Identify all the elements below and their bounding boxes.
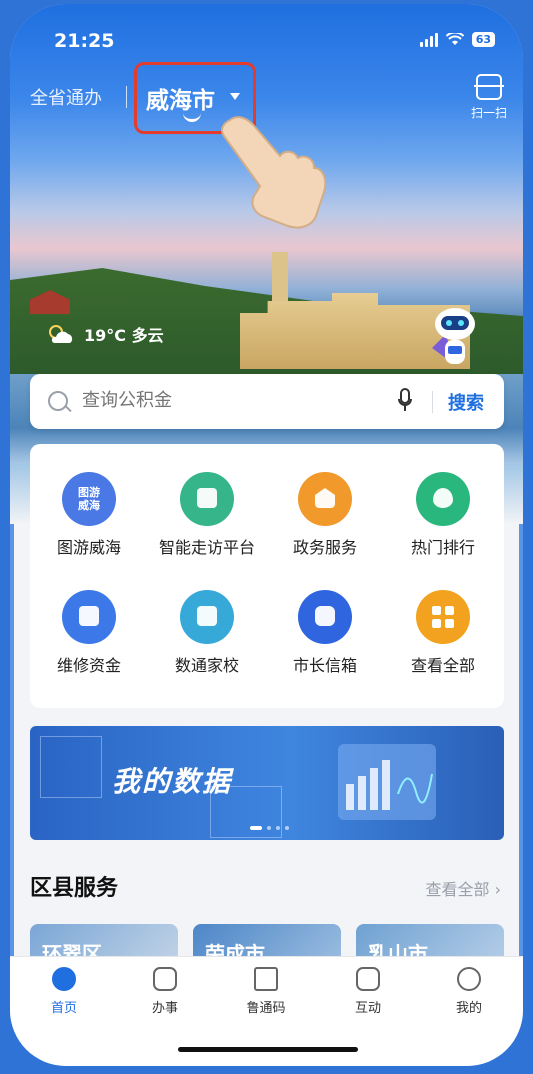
- service-hot-ranking[interactable]: 热门排行: [384, 444, 502, 557]
- government-glyph: [315, 488, 335, 508]
- tab-profile[interactable]: 我的: [429, 967, 509, 1016]
- caret-down-icon: [230, 93, 240, 100]
- district-section-title: 区县服务: [30, 876, 119, 901]
- bar-chart-graphic: [346, 760, 433, 810]
- service-home-school[interactable]: 数通家校: [148, 562, 266, 675]
- header-divider: [126, 86, 127, 108]
- tab-home[interactable]: 首页: [24, 967, 104, 1016]
- service-label: 维修资金: [56, 656, 121, 675]
- search-divider: [432, 391, 433, 413]
- search-button[interactable]: 搜索: [448, 389, 484, 415]
- home-school-icon: [180, 590, 234, 644]
- status-icons: 63: [419, 32, 495, 47]
- qr-code-icon: [254, 967, 278, 991]
- scan-icon: [473, 74, 504, 100]
- service-grid: 图游 威海 图游威海 智能走访平台 政务服务 热门排行 维修资金 数通家校 市长…: [30, 444, 504, 708]
- home-indicator[interactable]: [178, 1047, 358, 1052]
- decor-cube: [40, 736, 102, 798]
- service-all-apps[interactable]: 查看全部: [384, 562, 502, 675]
- grid-glyph: [432, 606, 454, 628]
- hot-ranking-glyph: [433, 488, 453, 508]
- home-school-glyph: [197, 606, 217, 626]
- service-map-tour[interactable]: 图游 威海 图游威海: [30, 444, 148, 557]
- province-service-link[interactable]: 全省通办: [30, 84, 102, 110]
- map-tour-icon-text: 图游 威海: [78, 486, 100, 512]
- district-view-all-link[interactable]: 查看全部 ›: [426, 876, 502, 900]
- government-icon: [298, 472, 352, 526]
- service-government[interactable]: 政务服务: [266, 444, 384, 557]
- scan-button[interactable]: 扫一扫: [471, 74, 507, 121]
- my-data-banner[interactable]: 我的数据: [30, 726, 504, 840]
- weather-text: 19°C 多云: [84, 326, 164, 345]
- service-mayor-mailbox[interactable]: 市长信箱: [266, 562, 384, 675]
- search-input[interactable]: [82, 390, 382, 411]
- tab-tasks[interactable]: 办事: [125, 967, 205, 1016]
- home-icon: [52, 967, 76, 991]
- tab-qr-code[interactable]: 鲁通码: [226, 967, 306, 1016]
- data-chart-illustration: [338, 744, 436, 820]
- service-label: 智能走访平台: [158, 538, 255, 557]
- weather-widget: 19°C 多云: [46, 322, 164, 346]
- city-name: 威海市: [146, 88, 215, 114]
- mayor-mailbox-icon: [298, 590, 352, 644]
- banner-title: 我的数据: [112, 765, 233, 798]
- service-label: 图游威海: [56, 538, 121, 557]
- service-label: 查看全部: [410, 656, 475, 675]
- mailbox-glyph: [315, 606, 335, 626]
- battery-icon: 63: [471, 32, 495, 47]
- status-time: 21:25: [54, 30, 115, 52]
- service-label: 市长信箱: [292, 656, 357, 675]
- scan-label: 扫一扫: [470, 106, 507, 120]
- service-repair-fund[interactable]: 维修资金: [30, 562, 148, 675]
- search-icon: [48, 391, 68, 411]
- service-label: 数通家校: [174, 656, 239, 675]
- wifi-icon: [445, 33, 464, 45]
- tab-label: 互动: [354, 1001, 381, 1016]
- search-bar[interactable]: 搜索: [30, 374, 504, 429]
- tab-label: 鲁通码: [246, 1001, 286, 1016]
- tab-label: 我的: [455, 1001, 482, 1016]
- service-label: 政务服务: [292, 538, 357, 557]
- visit-platform-icon: [180, 472, 234, 526]
- phone-screen: 21:25 63 全省通办 威海市 扫一扫 19°C 多云 搜索: [10, 4, 523, 1066]
- all-apps-icon: [416, 590, 470, 644]
- tab-label: 首页: [50, 1001, 77, 1016]
- chat-icon: [356, 967, 380, 991]
- task-icon: [153, 967, 177, 991]
- hot-ranking-icon: [416, 472, 470, 526]
- robot-mascot-icon[interactable]: [428, 304, 482, 370]
- microphone-icon[interactable]: [398, 388, 412, 412]
- signal-icon: [419, 32, 438, 47]
- service-visit-platform[interactable]: 智能走访平台: [148, 444, 266, 557]
- service-label: 热门排行: [410, 538, 475, 557]
- banner-pagination: [250, 826, 289, 830]
- profile-icon: [457, 967, 481, 991]
- pointing-hand-icon: [221, 116, 327, 229]
- visit-platform-glyph: [197, 488, 217, 508]
- repair-fund-glyph: [79, 606, 99, 626]
- repair-fund-icon: [62, 590, 116, 644]
- map-tour-icon: 图游 威海: [62, 472, 116, 526]
- tab-label: 办事: [151, 1001, 178, 1016]
- tab-interaction[interactable]: 互动: [328, 967, 408, 1016]
- cloudy-icon: [49, 325, 73, 343]
- smile-mark-icon: [183, 113, 201, 122]
